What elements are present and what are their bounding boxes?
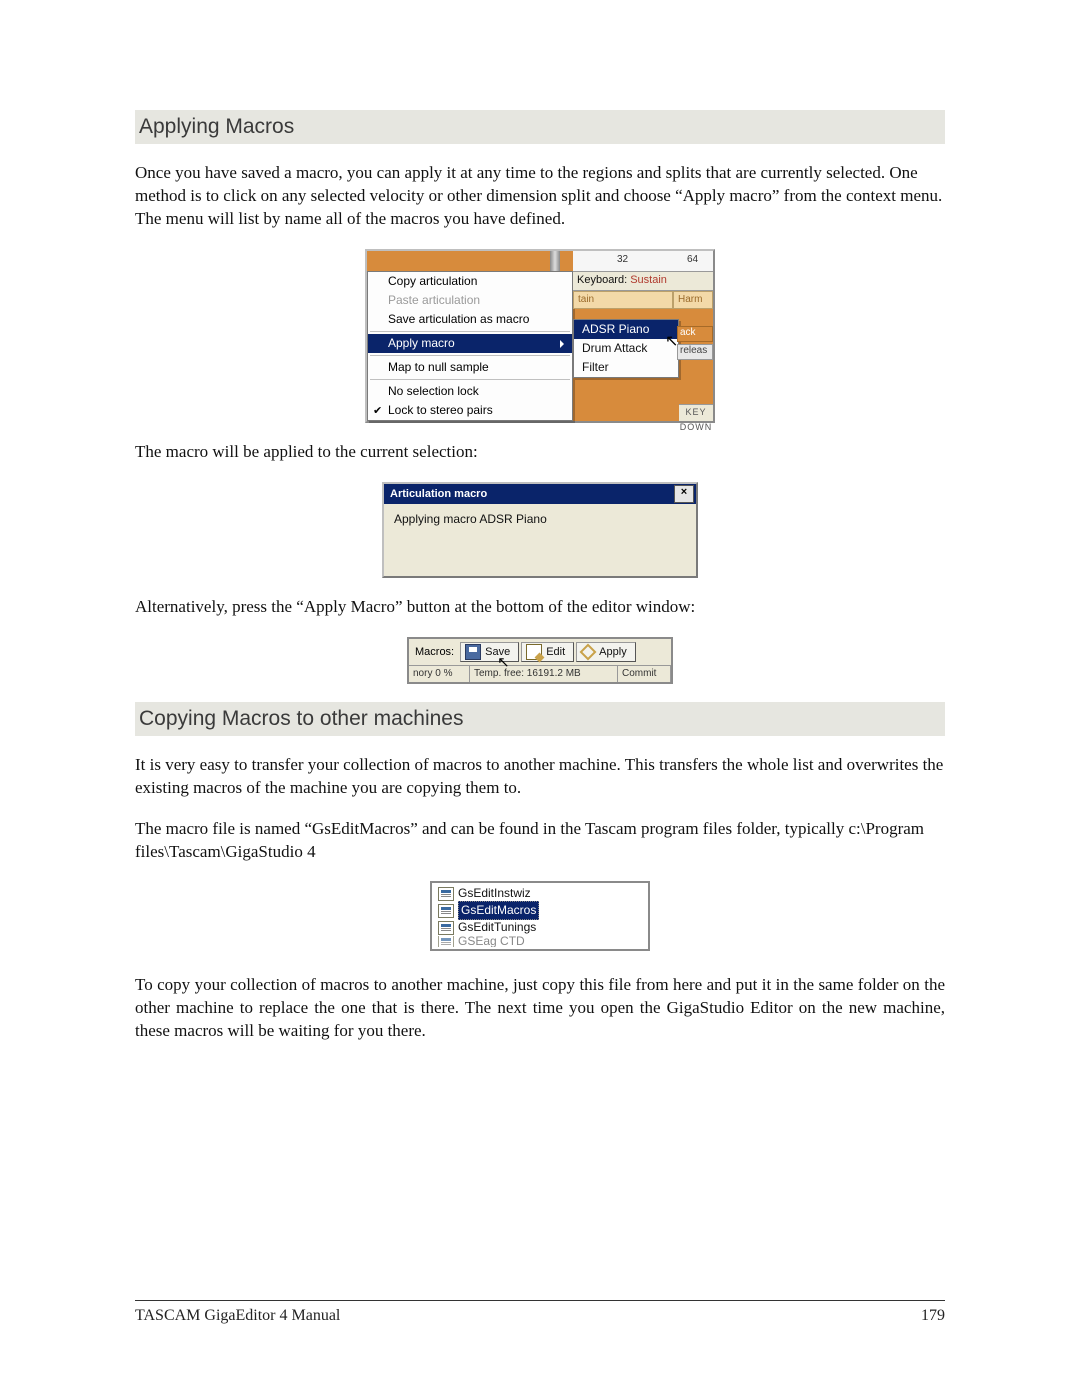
menu-item-lock-to-stereo-pairs[interactable]: ✔ Lock to stereo pairs xyxy=(368,401,572,420)
sustain-label: Sustain xyxy=(630,274,667,286)
page-footer: TASCAM GigaEditor 4 Manual 179 xyxy=(135,1300,945,1325)
file-row[interactable]: GsEditTunings xyxy=(432,919,648,936)
right-clipped-panel: ack releas xyxy=(677,326,713,362)
file-row[interactable]: GSEag CTD xyxy=(432,936,648,947)
menu-item-apply-macro[interactable]: Apply macro xyxy=(368,334,572,353)
submenu-arrow-icon xyxy=(560,340,564,348)
section-heading-applying-macros: Applying Macros xyxy=(135,110,945,144)
footer-title: TASCAM GigaEditor 4 Manual xyxy=(135,1307,340,1325)
dialog-body: Applying macro ADSR Piano xyxy=(384,504,696,576)
menu-separator xyxy=(370,331,570,332)
dialog-titlebar: Articulation macro × xyxy=(384,484,696,504)
macro-edit-button[interactable]: Edit xyxy=(521,642,574,662)
velocity-cell-harm: Harm xyxy=(673,291,713,309)
figure-macro-toolbar: Macros: Save ↖ Edit Apply nory 0 % Temp.… xyxy=(135,637,945,684)
submenu-item-adsr-piano[interactable]: ADSR Piano xyxy=(574,320,678,339)
page-number: 179 xyxy=(921,1307,945,1325)
body-paragraph: Alternatively, press the “Apply Macro” b… xyxy=(135,596,945,619)
body-paragraph: The macro file is named “GsEditMacros” a… xyxy=(135,818,945,864)
menu-item-map-to-null-sample[interactable]: Map to null sample xyxy=(368,358,572,377)
context-menu: Copy articulation Paste articulation Sav… xyxy=(367,271,573,421)
menu-item-save-articulation-as-macro[interactable]: Save articulation as macro xyxy=(368,310,572,329)
status-temp-free: Temp. free: 16191.2 MB xyxy=(470,666,618,682)
section-heading-copying-macros: Copying Macros to other machines xyxy=(135,702,945,736)
file-icon xyxy=(438,887,454,901)
macro-apply-button[interactable]: Apply xyxy=(576,642,636,662)
status-commit: Commit xyxy=(618,666,671,682)
tick-label: 64 xyxy=(687,254,698,265)
menu-item-paste-articulation: Paste articulation xyxy=(368,291,572,310)
button-label: Apply xyxy=(599,646,627,658)
clipped-label: releas xyxy=(677,344,713,360)
menu-item-no-selection-lock[interactable]: No selection lock xyxy=(368,382,572,401)
save-icon xyxy=(465,644,481,660)
dialog-message: Applying macro ADSR Piano xyxy=(394,512,547,526)
button-label: Edit xyxy=(546,646,565,658)
velocity-row: tain Harm xyxy=(573,291,713,309)
cursor-icon: ↖ xyxy=(497,653,510,671)
submenu-item-filter[interactable]: Filter xyxy=(574,358,678,377)
file-icon xyxy=(438,921,454,935)
macros-label: Macros: xyxy=(415,646,454,658)
keyboard-label-row: Keyboard: Sustain xyxy=(573,272,713,291)
macro-save-button[interactable]: Save ↖ xyxy=(460,642,519,662)
file-name: GsEditTunings xyxy=(458,919,536,936)
figure-file-explorer-list: GsEditInstwiz GsEditMacros GsEditTunings… xyxy=(135,881,945,956)
menu-separator xyxy=(370,379,570,380)
figure-progress-dialog: Articulation macro × Applying macro ADSR… xyxy=(135,482,945,578)
menu-item-label: Lock to stereo pairs xyxy=(388,403,493,417)
body-paragraph: Once you have saved a macro, you can app… xyxy=(135,162,945,231)
figure-context-menu: Copy articulation Paste articulation Sav… xyxy=(135,249,945,423)
menu-item-label: Apply macro xyxy=(388,336,455,350)
edit-icon xyxy=(526,644,542,660)
submenu-item-drum-attack[interactable]: Drum Attack xyxy=(574,339,678,358)
file-row[interactable]: GsEditInstwiz xyxy=(432,885,648,902)
checkmark-icon: ✔ xyxy=(373,404,382,417)
dialog-title: Articulation macro xyxy=(390,488,487,500)
file-icon xyxy=(438,936,454,947)
ruler: 32 64 xyxy=(573,251,713,272)
manual-page: Applying Macros Once you have saved a ma… xyxy=(0,0,1080,1397)
key-down-label: KEY DOWN xyxy=(679,404,713,421)
clipped-label: ack xyxy=(677,326,713,342)
tick-label: 32 xyxy=(617,254,628,265)
close-button[interactable]: × xyxy=(674,485,694,503)
file-name: GsEditMacros xyxy=(458,901,539,920)
body-paragraph: To copy your collection of macros to ano… xyxy=(135,974,945,1043)
apply-macro-submenu: ADSR Piano Drum Attack Filter xyxy=(573,319,679,378)
apply-icon xyxy=(581,645,595,659)
body-paragraph: It is very easy to transfer your collect… xyxy=(135,754,945,800)
file-name: GsEditInstwiz xyxy=(458,885,531,902)
body-paragraph: The macro will be applied to the current… xyxy=(135,441,945,464)
status-bar: nory 0 % Temp. free: 16191.2 MB Commit xyxy=(409,665,671,682)
status-memory: nory 0 % xyxy=(409,666,470,682)
menu-item-copy-articulation[interactable]: Copy articulation xyxy=(368,272,572,291)
file-row-selected[interactable]: GsEditMacros xyxy=(432,902,648,919)
menu-separator xyxy=(370,355,570,356)
keyboard-label: Keyboard: xyxy=(577,274,627,286)
velocity-cell: tain xyxy=(573,291,673,309)
file-name: GSEag CTD xyxy=(458,936,525,947)
file-icon xyxy=(438,904,454,918)
